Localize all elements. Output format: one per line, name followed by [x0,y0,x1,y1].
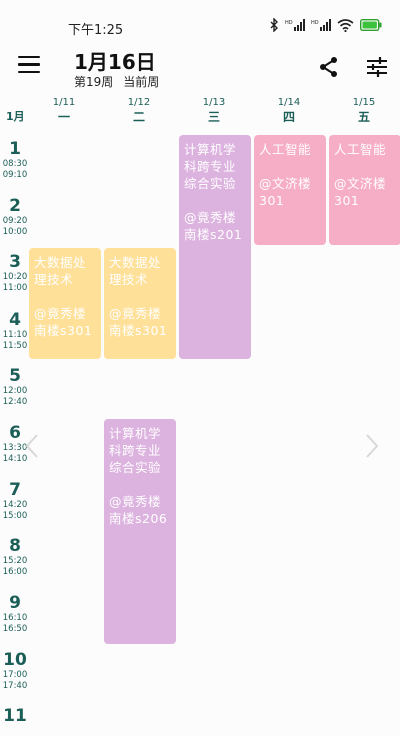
slot-start: 17:00 [2,670,28,680]
svg-text:HD: HD [285,20,293,26]
time-slot: 8 15:20 16:00 [0,536,30,578]
status-time: 下午1:25 [68,23,124,38]
slot-number: 7 [9,480,21,500]
time-slot: 3 10:20 11:00 [0,252,30,294]
slot-start: 09:20 [2,216,28,226]
day-weekday: 四 [282,110,295,124]
course-block[interactable]: 计算机学科跨专业综合实验 @竟秀楼南楼s206 [104,419,176,644]
slot-number: 11 [3,706,27,726]
time-slot: 11 [0,706,30,726]
day-date: 1/13 [202,97,226,108]
course-name: 大数据处理技术 [34,255,87,287]
week-number: 第19周 [74,75,114,89]
day-weekday: 五 [357,110,370,124]
slot-end: 15:00 [2,511,28,521]
slot-start: 11:10 [2,330,28,340]
slot-start: 12:00 [2,386,28,396]
status-bar: 下午1:25 HD HD [0,0,400,40]
time-slot: 1 08:30 09:10 [0,139,30,181]
slot-number: 8 [9,536,21,556]
slot-end: 11:00 [2,283,28,293]
app-header: 1月16日 第19周 当前周 [0,40,400,94]
battery-icon [360,19,382,31]
time-slot: 4 11:10 11:50 [0,310,30,352]
month-label: 1月 [6,110,25,123]
week-info: 第19周 当前周 [74,73,169,90]
course-name: 大数据处理技术 [109,255,162,287]
day-header: 1/15 五 [328,97,400,129]
svg-text:HD: HD [311,20,319,26]
course-name: 人工智能 [334,142,387,157]
signal-icon: HD [311,19,331,31]
course-location: @竟秀楼南楼s301 [34,306,93,338]
slot-end: 12:40 [2,397,28,407]
course-name: 计算机学科跨专业综合实验 [184,142,237,191]
slot-start: 15:20 [2,556,28,566]
day-header: 1/14 四 [253,97,325,129]
slot-end: 17:40 [2,681,28,691]
course-location: @竟秀楼南楼s206 [109,494,168,526]
course-name: 人工智能 [259,142,312,157]
slot-start: 16:10 [2,613,28,623]
course-location: @竟秀楼南楼s301 [109,306,168,338]
slot-number: 3 [9,252,21,272]
course-block[interactable]: 人工智能 @文济楼301 [254,135,326,245]
page-title: 1月16日 [74,50,156,74]
wifi-icon [337,18,354,32]
course-block[interactable]: 人工智能 @文济楼301 [329,135,400,245]
course-block[interactable]: 大数据处理技术 @竟秀楼南楼s301 [104,248,176,359]
tune-icon[interactable] [364,54,390,80]
slot-number: 10 [3,650,27,670]
slot-end: 11:50 [2,341,28,351]
course-location: @文济楼301 [334,176,387,208]
time-slot: 7 14:20 15:00 [0,480,30,522]
chevron-left-icon[interactable] [24,432,40,460]
course-block[interactable]: 计算机学科跨专业综合实验 @竟秀楼南楼s201 [179,135,251,359]
share-icon[interactable] [316,54,342,80]
slot-end: 09:10 [2,170,28,180]
status-icons: HD HD [270,18,382,32]
slot-number: 9 [9,593,21,613]
slot-number: 5 [9,366,21,386]
slot-start: 10:20 [2,272,28,282]
course-block[interactable]: 大数据处理技术 @竟秀楼南楼s301 [29,248,101,359]
slot-number: 4 [9,310,21,330]
menu-button[interactable] [18,56,40,74]
day-weekday: 一 [57,110,70,124]
signal-icon: HD [285,19,305,31]
slot-start: 08:30 [2,159,28,169]
day-weekday: 三 [207,110,220,124]
time-slot: 5 12:00 12:40 [0,366,30,408]
slot-start: 14:20 [2,500,28,510]
day-date: 1/14 [277,97,301,108]
day-header: 1/13 三 [178,97,250,129]
slot-end: 16:50 [2,624,28,634]
bluetooth-icon [270,18,278,32]
time-slot: 10 17:00 17:40 [0,650,30,692]
day-header: 1/12 二 [103,97,175,129]
slot-number: 2 [9,196,21,216]
day-date: 1/15 [352,97,376,108]
time-slot: 9 16:10 16:50 [0,593,30,635]
menu-icon [18,56,40,59]
slot-number: 1 [9,139,21,159]
day-weekday: 二 [132,110,145,124]
course-location: @竟秀楼南楼s201 [184,210,243,242]
time-slot: 2 09:20 10:00 [0,196,30,238]
slot-end: 10:00 [2,227,28,237]
course-location: @文济楼301 [259,176,312,208]
day-header: 1/11 一 [28,97,100,129]
day-date: 1/12 [127,97,151,108]
day-date: 1/11 [52,97,76,108]
chevron-right-icon[interactable] [364,432,380,460]
course-name: 计算机学科跨专业综合实验 [109,426,162,475]
week-state: 当前周 [123,75,160,89]
slot-end: 16:00 [2,567,28,577]
